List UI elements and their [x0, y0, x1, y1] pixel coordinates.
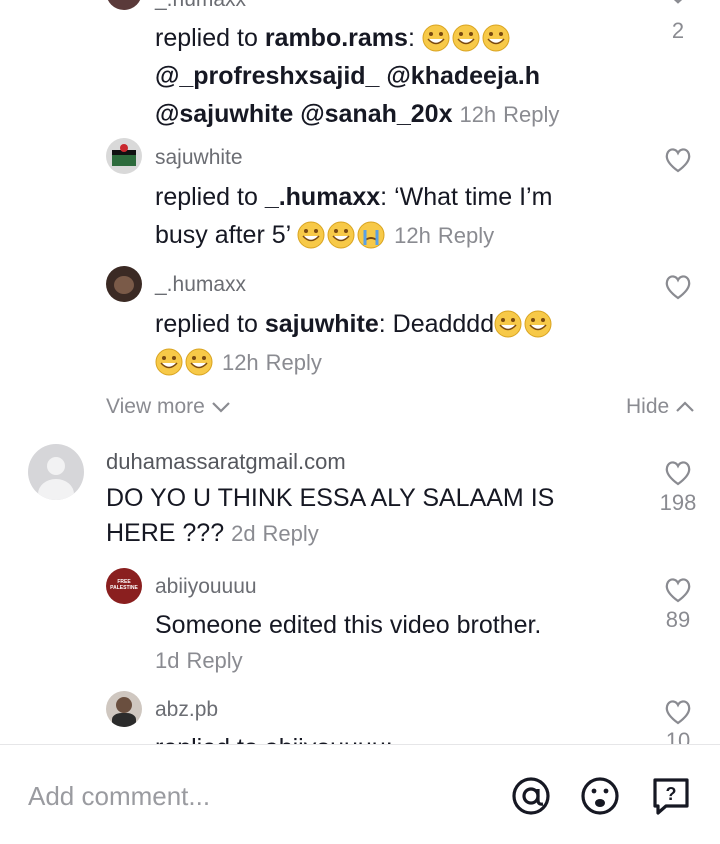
reply-button[interactable]: Reply	[186, 648, 242, 673]
svg-text:?: ?	[666, 784, 677, 804]
comment-time: 2d	[231, 521, 256, 546]
reply-prefix: replied to	[155, 310, 258, 338]
heart-icon[interactable]	[663, 273, 693, 301]
comment-text: Someone edited this video brother. 1d Re…	[155, 608, 635, 678]
emoji	[297, 221, 394, 249]
emoji	[422, 24, 512, 52]
heart-icon[interactable]	[663, 698, 693, 726]
emoji-icon[interactable]	[579, 775, 621, 817]
comment-body: busy after 5’	[155, 221, 291, 249]
comment-username[interactable]: _.humaxx	[155, 273, 246, 297]
hide-button[interactable]: Hide	[626, 395, 695, 419]
emoji	[494, 310, 554, 338]
comment-username[interactable]: _.humaxx	[155, 0, 246, 12]
heart-icon[interactable]	[663, 459, 693, 487]
reply-prefix: replied to	[155, 24, 258, 52]
comment-body: Deadddd	[392, 310, 495, 338]
avatar[interactable]	[106, 138, 142, 174]
comment-username[interactable]: abiiyouuuu	[155, 575, 257, 599]
comment-input[interactable]: Add comment...	[28, 781, 210, 812]
mentions-line[interactable]: @_profreshxsajid_ @khadeeja.h	[155, 62, 540, 90]
comment-text: replied to _.humaxx: ‘What time I’m busy…	[155, 183, 553, 249]
mention-link[interactable]: _.humaxx	[265, 183, 380, 211]
comment-body: DO YO U THINK ESSA ALY SALAAM IS	[106, 484, 555, 512]
comment-text: replied to rambo.rams: @_profreshxsajid_…	[155, 24, 560, 128]
hide-label: Hide	[626, 395, 670, 418]
comment-body: ‘What time I’m	[394, 183, 553, 211]
comment-body: Someone edited this video brother.	[155, 611, 542, 639]
avatar[interactable]	[106, 266, 142, 302]
question-icon[interactable]: ?	[650, 775, 692, 817]
like-count: 2	[671, 18, 685, 43]
mention-link[interactable]: sajuwhite	[265, 310, 379, 338]
comment-username[interactable]: abz.pb	[155, 698, 218, 722]
comment-time: 12h	[394, 223, 431, 248]
view-more-button[interactable]: View more	[106, 395, 231, 419]
heart-icon[interactable]	[663, 576, 693, 604]
avatar[interactable]	[106, 691, 142, 727]
comment-text: DO YO U THINK ESSA ALY SALAAM IS HERE ??…	[106, 481, 646, 551]
comment-composer: Add comment... ?	[0, 744, 720, 844]
view-more-label: View more	[106, 395, 205, 418]
reply-button[interactable]: Reply	[266, 350, 322, 375]
comment-username[interactable]: duhamassaratgmail.com	[106, 449, 346, 475]
chevron-up-icon	[676, 401, 694, 413]
comment-time: 12h	[221, 350, 259, 375]
comment-username[interactable]: sajuwhite	[155, 146, 243, 170]
reply-prefix: replied to	[155, 183, 258, 211]
reply-button[interactable]: Reply	[503, 102, 559, 127]
mention-icon[interactable]	[510, 775, 552, 817]
mentions-line[interactable]: @sajuwhite @sanah_20x	[155, 100, 453, 128]
heart-icon[interactable]	[663, 146, 693, 174]
chevron-down-icon	[211, 402, 230, 414]
avatar[interactable]	[106, 0, 142, 10]
comment-time: 1d	[155, 648, 180, 673]
avatar-text: FREE PALESTINE	[110, 579, 138, 591]
mention-link[interactable]: rambo.rams	[265, 24, 408, 52]
like-count: 198	[659, 490, 697, 515]
avatar[interactable]	[28, 444, 84, 500]
comment-text: replied to sajuwhite: Deadddd 12h Reply	[155, 305, 655, 382]
reply-button[interactable]: Reply	[438, 223, 494, 248]
emoji	[155, 348, 215, 376]
chevron-down-icon[interactable]	[663, 0, 693, 14]
comment-body: HERE ???	[106, 519, 225, 547]
avatar[interactable]: FREE PALESTINE	[106, 568, 142, 604]
like-count: 89	[665, 607, 691, 632]
comment-time: 12h	[459, 102, 497, 127]
reply-button[interactable]: Reply	[263, 521, 319, 546]
